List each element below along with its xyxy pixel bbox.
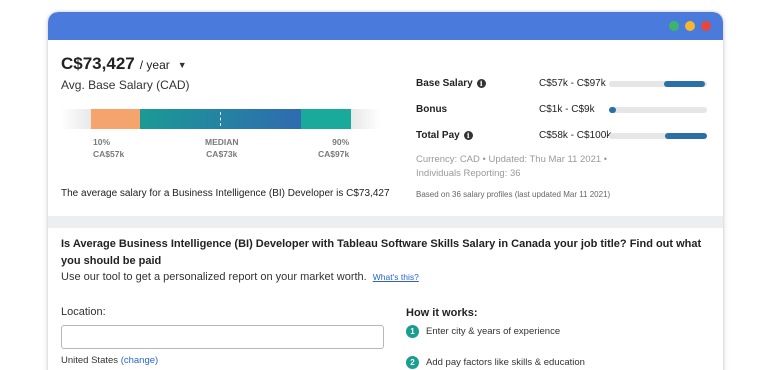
average-salary-sentence: The average salary for a Business Intell…: [61, 188, 390, 199]
stat-label-text: Base Salary: [416, 78, 473, 89]
how-it-works-title: How it works:: [406, 307, 478, 319]
range-tick-median-value: CA$73k: [206, 149, 238, 159]
meta-individuals-reporting: Individuals Reporting: 36: [416, 168, 521, 179]
maximize-dot-icon[interactable]: [685, 21, 695, 31]
window-titlebar: [48, 12, 723, 40]
stat-range: C$58k - C$100k: [539, 130, 612, 141]
salary-period-selector[interactable]: / year: [140, 58, 170, 72]
range-segment-low: [91, 109, 140, 129]
range-tick-low-value: CA$57k: [93, 149, 125, 159]
range-segment-high: [301, 109, 351, 129]
range-tick-high-value: CA$97k: [318, 149, 350, 159]
range-tick-low: 10% CA$57k: [93, 136, 124, 160]
location-label: Location:: [61, 306, 106, 318]
meta-currency-updated: Currency: CAD • Updated: Thu Mar 11 2021…: [416, 154, 608, 165]
median-marker: [220, 112, 221, 126]
stat-label-text: Bonus: [416, 104, 448, 115]
range-fade-right: [351, 109, 381, 129]
country-name: United States: [61, 355, 119, 366]
stat-bar-fill: [663, 81, 706, 87]
salary-subtitle: Avg. Base Salary (CAD): [61, 78, 190, 92]
step-number-badge: 2: [406, 356, 419, 369]
caret-down-icon[interactable]: ▼: [178, 60, 187, 70]
stat-range: C$57k - C$97k: [539, 78, 606, 89]
stat-label-text: Total Pay: [416, 130, 460, 141]
average-salary-value: C$73,427: [61, 54, 135, 73]
based-on-note: Based on 36 salary profiles (last update…: [416, 190, 611, 199]
range-tick-high-pct: 90%: [332, 137, 350, 147]
location-input[interactable]: [61, 325, 384, 349]
stat-bar-track: [609, 133, 707, 139]
range-fade-left: [61, 109, 91, 129]
how-step: 2 Add pay factors like skills & educatio…: [406, 356, 585, 370]
pay-breakdown: Base Salary i C$57k - C$97k Bonus C$1k -…: [416, 78, 716, 156]
window-controls: [669, 21, 711, 31]
browser-window: C$73,427 / year ▼ Avg. Base Salary (CAD)…: [48, 12, 723, 370]
step-text: Enter city & years of experience: [426, 326, 561, 337]
stat-bar-fill: [609, 107, 616, 113]
info-icon[interactable]: i: [476, 79, 486, 88]
country-line: United States (change): [61, 355, 158, 366]
range-tick-median: MEDIAN CA$73k: [205, 136, 239, 160]
close-dot-icon[interactable]: [701, 21, 711, 31]
job-title-question: Is Average Business Intelligence (BI) De…: [61, 238, 702, 267]
step-text: Add pay factors like skills & education: [426, 357, 585, 368]
salary-range-bar: [61, 109, 381, 129]
stat-bar-track: [609, 107, 707, 113]
step-number-badge: 1: [406, 325, 419, 338]
how-it-works: How it works: 1 Enter city & years of ex…: [406, 307, 585, 370]
tool-description-text: Use our tool to get a personalized repor…: [61, 271, 367, 283]
change-country-link[interactable]: (change): [121, 355, 159, 366]
tool-description: Use our tool to get a personalized repor…: [61, 271, 419, 283]
section-divider: [48, 216, 723, 228]
stat-range: C$1k - C$9k: [539, 104, 595, 115]
range-tick-median-label: MEDIAN: [205, 137, 239, 147]
salary-summary-panel: C$73,427 / year ▼ Avg. Base Salary (CAD)…: [48, 40, 723, 216]
salary-meta: Currency: CAD • Updated: Thu Mar 11 2021…: [416, 153, 716, 181]
range-tick-low-pct: 10%: [93, 137, 111, 147]
stat-bar-fill: [664, 133, 707, 139]
stat-row-base-salary: Base Salary i C$57k - C$97k: [416, 78, 716, 104]
stat-bar-track: [609, 81, 707, 87]
how-step: 1 Enter city & years of experience: [406, 325, 560, 350]
whats-this-link[interactable]: What's this?: [373, 272, 419, 282]
stat-row-bonus: Bonus C$1k - C$9k: [416, 104, 716, 130]
personalized-report-panel: Is Average Business Intelligence (BI) De…: [48, 228, 723, 370]
info-icon[interactable]: i: [463, 131, 473, 140]
stat-label: Bonus: [416, 104, 447, 115]
minimize-dot-icon[interactable]: [669, 21, 679, 31]
stat-label: Total Pay i: [416, 130, 473, 141]
stat-label: Base Salary i: [416, 78, 486, 89]
range-tick-high: 90% CA$97k: [318, 136, 349, 160]
salary-headline: C$73,427 / year ▼: [61, 54, 187, 74]
